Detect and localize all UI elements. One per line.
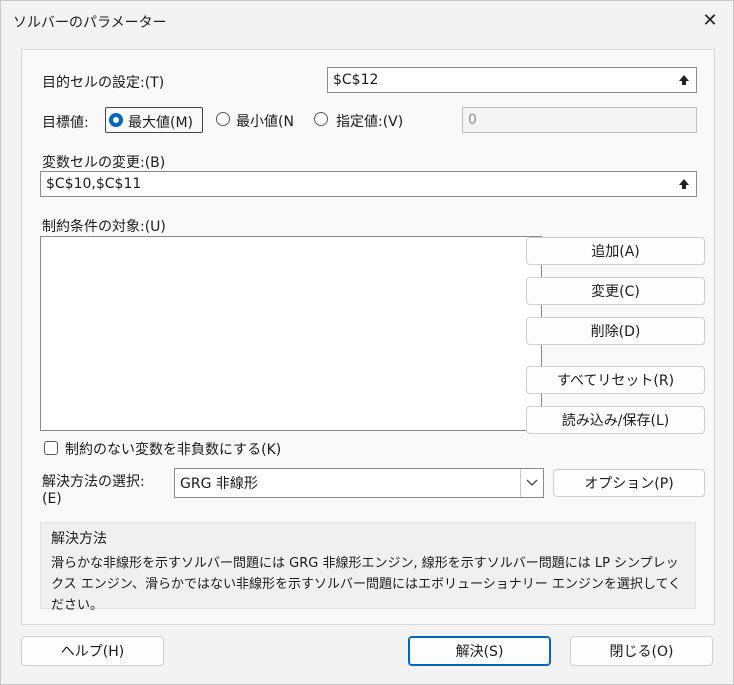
value-of-label: 指定値:(V) xyxy=(336,114,404,130)
solver-parameters-dialog: ソルバーのパラメーター ✕ 目的セルの設定:(T) $C$12 目標値: 最大値… xyxy=(0,0,734,685)
help-button[interactable]: ヘルプ(H) xyxy=(21,636,164,666)
load-save-button[interactable]: 読み込み/保存(L) xyxy=(526,406,705,434)
collapse-dialog-icon[interactable] xyxy=(674,70,694,90)
description-text: 滑らかな非線形を示すソルバー問題には GRG 非線形エンジン, 線形を示すソルバ… xyxy=(51,556,682,613)
dialog-title: ソルバーのパラメーター xyxy=(13,15,167,31)
method-label: 解決方法の選択: xyxy=(42,474,145,490)
min-label: 最小値(N xyxy=(236,114,294,130)
close-button[interactable]: 閉じる(O) xyxy=(570,636,713,666)
min-radio-option[interactable]: 最小値(N xyxy=(216,107,308,133)
value-of-input[interactable]: 0 xyxy=(462,107,697,133)
target-label: 目標値: xyxy=(42,115,89,131)
changing-cells-label: 変数セルの変更:(B) xyxy=(42,155,166,171)
change-button[interactable]: 変更(C) xyxy=(526,277,705,305)
delete-button[interactable]: 削除(D) xyxy=(526,317,705,345)
method-selected-value: GRG 非線形 xyxy=(180,476,258,492)
value-of-value: 0 xyxy=(468,112,477,128)
objective-field[interactable]: $C$12 xyxy=(327,67,697,93)
objective-label: 目的セルの設定:(T) xyxy=(42,75,165,91)
max-radio-option[interactable]: 最大値(M) xyxy=(105,107,203,133)
constraints-label: 制約条件の対象:(U) xyxy=(42,219,166,235)
max-label: 最大値(M) xyxy=(128,115,194,131)
solve-button[interactable]: 解決(S) xyxy=(408,636,551,666)
collapse-dialog-icon[interactable] xyxy=(674,174,694,194)
nonnegative-label: 制約のない変数を非負数にする(K) xyxy=(65,442,282,458)
constraints-list[interactable] xyxy=(40,236,542,431)
method-description-box: 解決方法 滑らかな非線形を示すソルバー問題には GRG 非線形エンジン, 線形を… xyxy=(40,522,696,613)
min-radio[interactable] xyxy=(216,112,230,126)
value-of-radio-option[interactable]: 指定値:(V) xyxy=(314,107,424,133)
method-label-shortcut: (E) xyxy=(42,491,62,507)
options-button[interactable]: オプション(P) xyxy=(553,469,705,497)
close-icon[interactable]: ✕ xyxy=(687,1,733,39)
reset-all-button[interactable]: すべてリセット(R) xyxy=(526,366,705,394)
add-button[interactable]: 追加(A) xyxy=(526,237,705,265)
main-panel: 目的セルの設定:(T) $C$12 目標値: 最大値(M) 最小値(N 指定値:… xyxy=(21,49,715,625)
method-select[interactable]: GRG 非線形 xyxy=(174,468,544,498)
nonnegative-checkbox[interactable] xyxy=(44,441,58,455)
changing-cells-field[interactable]: $C$10,$C$11 xyxy=(40,171,697,197)
description-title: 解決方法 xyxy=(51,531,107,547)
value-of-radio[interactable] xyxy=(314,112,328,126)
changing-cells-value: $C$10,$C$11 xyxy=(46,176,142,192)
max-radio[interactable] xyxy=(109,113,123,127)
chevron-down-icon[interactable] xyxy=(520,469,543,497)
objective-value: $C$12 xyxy=(333,72,379,88)
title-bar: ソルバーのパラメーター ✕ xyxy=(1,1,733,41)
